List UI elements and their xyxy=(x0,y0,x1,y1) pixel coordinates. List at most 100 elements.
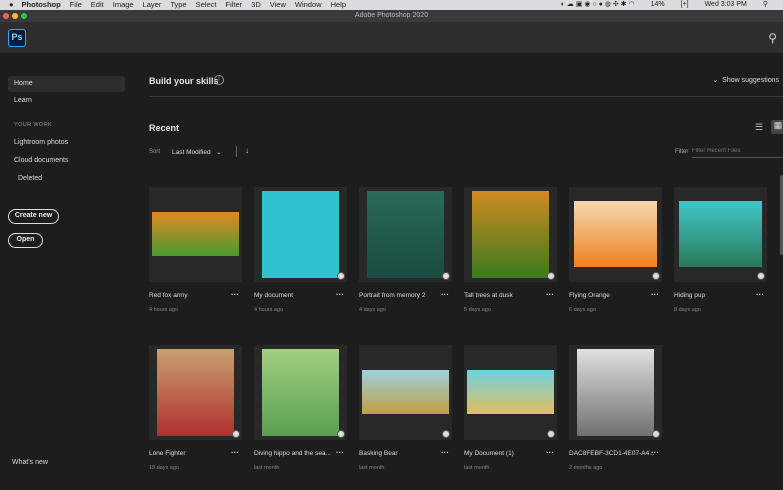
file-thumbnail-tile[interactable] xyxy=(254,345,347,440)
more-options-button[interactable]: ··· xyxy=(441,448,449,457)
file-name: DAC8FEBF-3CD1-4E07-A4... xyxy=(569,450,655,457)
open-button[interactable]: Open xyxy=(8,233,43,248)
clock[interactable]: Wed 3:03 PM xyxy=(705,0,747,10)
more-options-button[interactable]: ··· xyxy=(441,290,449,299)
sidebar-item-home[interactable]: Home xyxy=(8,76,125,92)
file-card[interactable]: DAC8FEBF-3CD1-4E07-A4... ··· 2 months ag… xyxy=(569,345,662,471)
more-options-button[interactable]: ··· xyxy=(756,290,764,299)
file-thumbnail-tile[interactable] xyxy=(254,187,347,282)
menu-file[interactable]: File xyxy=(70,0,82,10)
cloud-document-icon xyxy=(337,430,345,438)
file-card[interactable]: Hiding pup ··· 8 days ago xyxy=(674,187,767,313)
more-options-button[interactable]: ··· xyxy=(651,290,659,299)
sidebar-item-learn[interactable]: Learn xyxy=(8,93,125,109)
more-options-button[interactable]: ··· xyxy=(546,290,554,299)
spotlight-icon[interactable]: ⚲ xyxy=(763,0,768,10)
menu-select[interactable]: Select xyxy=(196,0,217,10)
apple-icon[interactable]: ● xyxy=(9,0,14,10)
cloud-document-icon xyxy=(652,430,660,438)
file-name: Portrait from memory 2 xyxy=(359,292,426,299)
file-card[interactable]: Lone Fighter ··· 19 days ago xyxy=(149,345,242,471)
file-card[interactable]: My Document (1) ··· last month xyxy=(464,345,557,471)
file-thumbnail xyxy=(574,201,657,267)
zoom-window-button[interactable] xyxy=(21,13,27,19)
divider xyxy=(236,146,237,157)
file-thumbnail-tile[interactable] xyxy=(464,345,557,440)
sidebar: Home Learn YOUR WORK Lightroom photos Cl… xyxy=(0,53,135,490)
filter-input[interactable] xyxy=(692,145,783,158)
more-options-button[interactable]: ··· xyxy=(546,448,554,457)
file-thumbnail-tile[interactable] xyxy=(149,345,242,440)
show-suggestions-label: Show suggestions xyxy=(722,77,779,84)
info-icon[interactable]: i xyxy=(214,75,224,85)
file-card[interactable]: Flying Orange ··· 6 days ago xyxy=(569,187,662,313)
menu-filter[interactable]: Filter xyxy=(225,0,242,10)
file-thumbnail-tile[interactable] xyxy=(464,187,557,282)
menu-type[interactable]: Type xyxy=(170,0,186,10)
more-options-button[interactable]: ··· xyxy=(231,448,239,457)
more-options-button[interactable]: ··· xyxy=(336,290,344,299)
app-header: Ps ⚲ xyxy=(0,22,783,53)
file-modified-time: 5 days ago xyxy=(464,307,491,313)
file-modified-time: 2 months ago xyxy=(569,465,603,471)
create-new-button[interactable]: Create new xyxy=(8,209,59,224)
cloud-document-icon xyxy=(337,272,345,280)
grid-view-icon[interactable]: ▦ xyxy=(771,120,783,134)
recent-heading: Recent xyxy=(149,123,180,133)
menu-window[interactable]: Window xyxy=(295,0,322,10)
menu-layer[interactable]: Layer xyxy=(143,0,162,10)
file-thumbnail-tile[interactable] xyxy=(359,187,452,282)
file-card[interactable]: Portrait from memory 2 ··· 4 days ago xyxy=(359,187,452,313)
file-modified-time: 8 days ago xyxy=(674,307,701,313)
file-card[interactable]: Basking Bear ··· last month xyxy=(359,345,452,471)
sort-value: Last Modified xyxy=(172,149,211,156)
file-card[interactable]: Tall trees at dusk ··· 5 days ago xyxy=(464,187,557,313)
battery-level[interactable]: 14% xyxy=(651,0,665,10)
sidebar-item-lightroom[interactable]: Lightroom photos xyxy=(8,135,125,151)
file-thumbnail-tile[interactable] xyxy=(149,187,242,282)
file-card[interactable]: Diving hippo and the sea... ··· last mon… xyxy=(254,345,347,471)
sidebar-item-deleted[interactable]: Deleted xyxy=(12,171,129,187)
search-icon[interactable]: ⚲ xyxy=(768,31,777,45)
file-thumbnail-tile[interactable] xyxy=(674,187,767,282)
menu-view[interactable]: View xyxy=(270,0,286,10)
file-name: Tall trees at dusk xyxy=(464,292,513,299)
sort-dropdown[interactable]: Last Modified ⌄ xyxy=(172,148,222,156)
file-thumbnail-tile[interactable] xyxy=(359,345,452,440)
minimize-window-button[interactable] xyxy=(12,13,18,19)
more-options-button[interactable]: ··· xyxy=(231,290,239,299)
more-options-button[interactable]: ··· xyxy=(336,448,344,457)
file-thumbnail xyxy=(577,349,654,436)
status-icons: ◐ ☁ ▣ ◉ ○ ● ◍ ✣ ✱ ◠ 14% [+] Wed 3:03 PM … xyxy=(554,0,777,10)
sidebar-item-cloud-documents[interactable]: Cloud documents xyxy=(8,153,125,169)
file-thumbnail xyxy=(152,212,239,256)
file-name: Basking Bear xyxy=(359,450,398,457)
sort-label: Sort xyxy=(149,149,161,155)
sort-direction-icon[interactable]: ↓ xyxy=(245,146,249,155)
menu-app[interactable]: Photoshop xyxy=(22,0,61,10)
more-options-button[interactable]: ··· xyxy=(651,448,659,457)
file-name: My Document (1) xyxy=(464,450,514,457)
file-name: Hiding pup xyxy=(674,292,706,299)
close-window-button[interactable] xyxy=(3,13,9,19)
menu-3d[interactable]: 3D xyxy=(251,0,261,10)
menu-edit[interactable]: Edit xyxy=(91,0,104,10)
show-suggestions-toggle[interactable]: ⌄ Show suggestions xyxy=(712,76,779,84)
menu-image[interactable]: Image xyxy=(113,0,134,10)
file-thumbnail-tile[interactable] xyxy=(569,187,662,282)
file-card[interactable]: My document ··· 4 hours ago xyxy=(254,187,347,313)
chevron-down-icon: ⌄ xyxy=(210,149,222,156)
cloud-document-icon xyxy=(547,430,555,438)
list-view-icon[interactable]: ☰ xyxy=(755,122,763,133)
file-thumbnail xyxy=(467,370,554,414)
whats-new-link[interactable]: What's new xyxy=(12,459,48,466)
mac-menubar: ● Photoshop File Edit Image Layer Type S… xyxy=(0,0,783,10)
cloud-document-icon xyxy=(232,430,240,438)
file-card[interactable]: Red fox army ··· 4 hours ago xyxy=(149,187,242,313)
file-thumbnail-tile[interactable] xyxy=(569,345,662,440)
file-thumbnail xyxy=(367,191,444,278)
status-tray-icon[interactable]: ◐ ☁ ▣ ◉ ○ ● ◍ ✣ ✱ ◠ xyxy=(561,0,635,10)
cloud-document-icon xyxy=(757,272,765,280)
menu-help[interactable]: Help xyxy=(331,0,346,10)
file-modified-time: 4 hours ago xyxy=(254,307,284,313)
